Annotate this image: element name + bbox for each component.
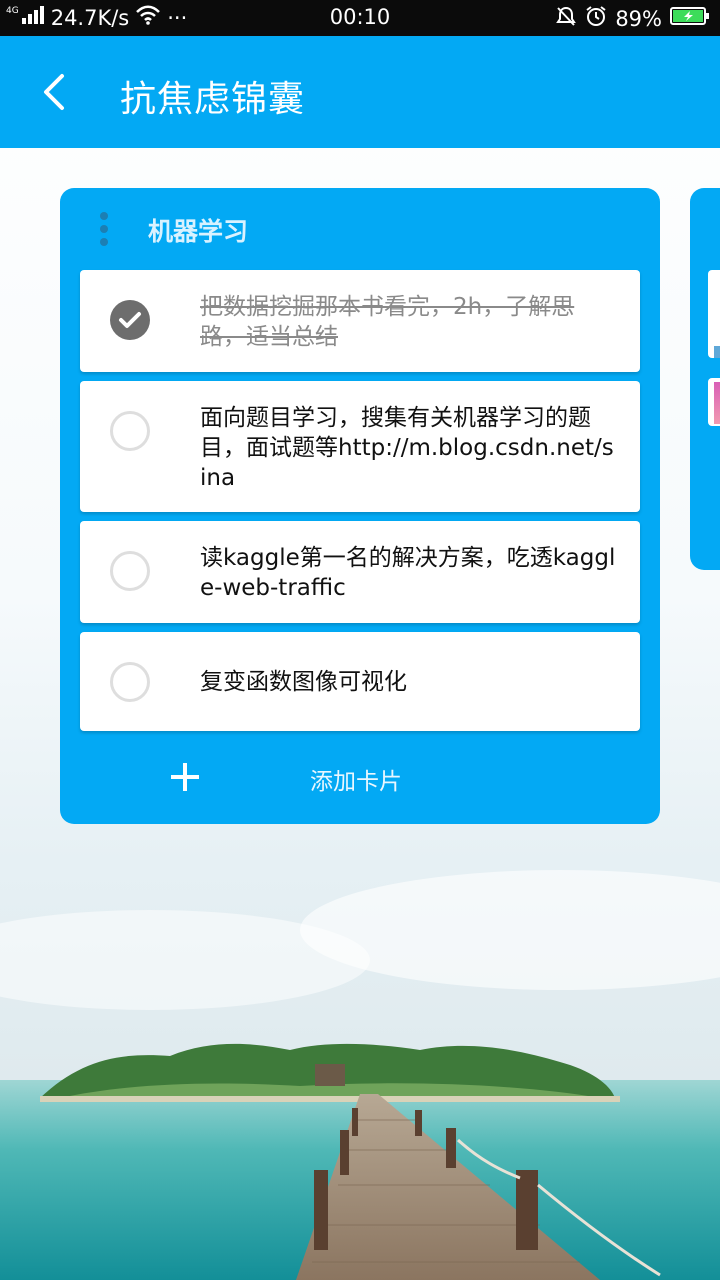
task-text: 读kaggle第一名的解决方案，吃透kaggle-web-traffic [200,545,616,601]
page-title: 抗焦虑锦囊 [120,79,306,120]
task-card[interactable] [708,270,720,358]
task-card[interactable]: 复变函数图像可视化 [80,632,640,731]
more-notifications: ··· [167,5,188,30]
drag-handle-icon[interactable] [90,210,118,248]
clock: 00:10 [329,5,391,29]
checked-icon[interactable] [110,300,150,340]
task-text: 复变函数图像可视化 [200,669,407,695]
task-text: 面向题目学习，搜集有关机器学习的题目，面试题等http://m.blog.csd… [200,405,614,491]
wifi-icon [135,5,161,30]
signal-icon [21,5,45,30]
battery-charging-icon [670,6,710,31]
unchecked-circle-icon[interactable] [110,551,150,591]
add-card-label: 添加卡片 [310,769,402,795]
app-bar: 抗焦虑锦囊 [0,36,720,148]
task-card[interactable]: 把数据挖掘那本书看完，2h，了解思路，适当总结 [80,270,640,372]
list-title: 机器学习 [148,217,249,246]
unchecked-circle-icon[interactable] [110,411,150,451]
task-card[interactable] [708,378,720,426]
list-panel: 机器学习 把数据挖掘那本书看完，2h，了解思路，适当总结 面向题目学习，搜集有关… [60,188,660,824]
add-card-button[interactable]: 添加卡片 [80,748,640,812]
network-speed: 24.7K/s [50,5,130,30]
task-text: 把数据挖掘那本书看完，2h，了解思路，适当总结 [200,294,575,350]
battery-percent: 89% [615,6,662,31]
task-card[interactable]: 面向题目学习，搜集有关机器学习的题目，面试题等http://m.blog.csd… [80,381,640,512]
plus-icon [168,760,202,794]
network-type: 4G [6,5,19,16]
alarm-icon [585,5,607,32]
status-bar: 4G 24.7K/s ··· 00:10 89% [0,0,720,36]
mute-icon [555,5,577,32]
unchecked-circle-icon[interactable] [110,662,150,702]
task-card[interactable]: 读kaggle第一名的解决方案，吃透kaggle-web-traffic [80,521,640,623]
next-list-panel[interactable] [690,188,720,570]
back-arrow-icon[interactable] [32,66,80,118]
